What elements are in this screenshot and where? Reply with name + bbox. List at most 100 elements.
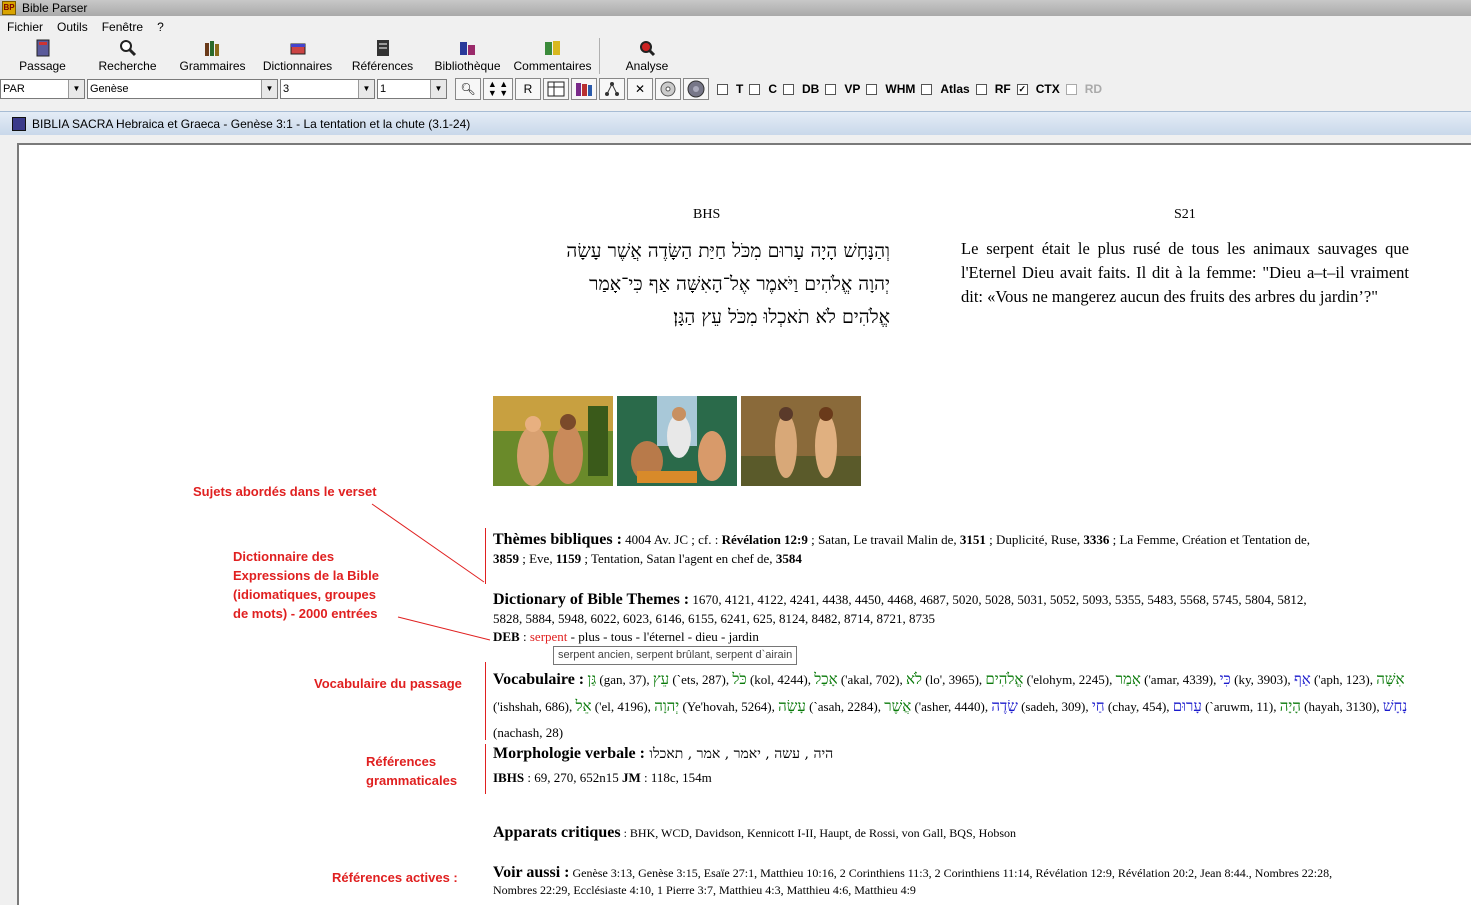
version-select[interactable]: PAR ▼ [0,79,85,99]
themes-number-link[interactable]: 3584 [776,551,802,566]
globe-button[interactable] [683,78,709,100]
app-title: Bible Parser [22,1,88,15]
chevron-down-icon[interactable]: ▼ [261,80,277,98]
recherche-button[interactable]: Recherche [85,36,170,76]
deb-keywords[interactable]: - plus - tous - l'éternel - dieu - jardi… [567,629,759,644]
find-button[interactable]: 🔍︎ [455,78,481,100]
references-button[interactable]: Références [340,36,425,76]
vocab-hebrew-link[interactable]: כֹּל [732,670,746,688]
network-tool-button[interactable] [599,78,625,100]
document-title-bar: BIBLIA SACRA Hebraica et Graeca - Genèse… [0,111,1471,135]
r-button[interactable]: R [515,78,541,100]
checkbox-ctx-box[interactable]: ✓ [1016,83,1028,95]
vocab-hebrew-link[interactable]: אָכַל [814,670,837,688]
themes-ref-link[interactable]: Révélation 12:9 [722,532,808,547]
menu-fichier[interactable]: Fichier [7,20,43,34]
verse-spin-button[interactable]: ▲ ▲ ▼ ▼ [483,78,513,100]
vocab-hebrew-link[interactable]: אִשָּׁה [1376,670,1404,688]
checkbox-t-box[interactable] [717,83,728,95]
vocab-hebrew-link[interactable]: אָמַר [1116,670,1141,688]
vocab-hebrew-link[interactable]: חַי [1092,697,1105,715]
books-tool-button[interactable] [571,78,597,100]
annotation-dictionnaire-line: Expressions de la Bible [233,568,379,583]
themes-number-link[interactable]: 3859 [493,551,519,566]
verse-value: 1 [380,83,387,95]
apparats-text: : BHK, WCD, Davidson, Kennicott I-II, Ha… [620,826,1016,840]
menu-fenetre[interactable]: Fenêtre [102,20,143,34]
checkbox-rd-label: RD [1084,82,1103,96]
cd-button[interactable] [655,78,681,100]
title-bar: BP Bible Parser [0,0,1471,16]
vocab-transliteration: ('el, 4196), [591,699,655,714]
vocab-hebrew-link[interactable]: עָשָׂה [778,697,806,715]
vocab-hebrew-link[interactable]: אַף [1294,670,1311,688]
vocab-hebrew-link[interactable]: שָׂדֶה [991,697,1017,715]
passage-label: Passage [19,59,66,73]
checkbox-rf[interactable]: RF [975,82,1011,96]
ibhs-refs[interactable]: : 69, 270, 652n15 [524,770,622,785]
checkbox-whm-box[interactable] [866,83,878,95]
vocab-transliteration: (chay, 454), [1104,699,1173,714]
chevron-down-icon[interactable]: ▼ [358,80,374,98]
grammaires-button[interactable]: Grammaires [170,36,255,76]
menu-outils[interactable]: Outils [57,20,88,34]
deb-tooltip: serpent ancien, serpent brûlant, serpent… [553,646,798,665]
themes-text: 4004 Av. JC ; cf. : [625,532,722,547]
checkbox-rf-box[interactable] [975,83,987,95]
book-select[interactable]: Genèse ▼ [87,79,278,99]
vocab-hebrew-link[interactable]: נָחָשׁ [1383,697,1407,715]
checkbox-t[interactable]: T [717,82,743,96]
checkbox-vp-box[interactable] [825,83,837,95]
checkbox-db-box[interactable] [783,83,795,95]
deb-serpent-link[interactable]: serpent [530,629,568,644]
checkbox-whm[interactable]: WHM [866,82,915,96]
annotation-references-gram: Références grammaticales [366,752,457,790]
vocab-hebrew-link[interactable]: יְהוָה [654,697,679,715]
checkbox-atlas[interactable]: Atlas [921,82,970,96]
passage-button[interactable]: Passage [0,36,85,76]
vocab-hebrew-link[interactable]: אֱלֹהִים [985,670,1023,688]
checkbox-c[interactable]: C [749,82,777,96]
illustration-2[interactable] [617,396,737,486]
vocab-hebrew-link[interactable]: אֲשֶׁר [884,697,911,715]
tools-button[interactable]: ✕ [627,78,653,100]
voir-links[interactable]: Nombres 22:29, Ecclésiaste 4:10, 1 Pierr… [493,882,1418,899]
jm-refs[interactable]: : 118c, 154m [641,770,712,785]
themes-number-link[interactable]: 3151 [960,532,986,547]
checkbox-rd-box [1065,83,1077,95]
chapter-select[interactable]: 3 ▼ [280,79,375,99]
illustration-3[interactable] [741,396,861,486]
chevron-down-icon[interactable]: ▼ [430,80,446,98]
vocab-hebrew-link[interactable]: עָרוּם [1173,697,1202,715]
themes-number-link[interactable]: 3336 [1083,532,1109,547]
bibliotheque-button[interactable]: Bibliothèque [425,36,510,76]
verse-select[interactable]: 1 ▼ [377,79,447,99]
book-value: Genèse [90,83,129,95]
themes-text: ; Tentation, Satan l'agent en chef de, [581,551,776,566]
vocab-hebrew-link[interactable]: כִּי [1220,670,1231,688]
chevron-down-icon[interactable]: ▼ [68,80,84,98]
themes-text: ; Eve, [519,551,556,566]
dbt-numbers[interactable]: 1670, 4121, 4122, 4241, 4438, 4450, 4468… [689,592,1306,607]
vocab-hebrew-link[interactable]: גַּן [587,670,596,688]
vocab-hebrew-link[interactable]: הָיָה [1280,697,1301,715]
checkbox-ctx[interactable]: ✓ CTX [1016,82,1060,96]
section-deb: DEB : serpent - plus - tous - l'éternel … [493,627,1418,646]
checkbox-db[interactable]: DB [783,82,819,96]
checkbox-atlas-box[interactable] [921,83,933,95]
checkbox-c-box[interactable] [749,83,761,95]
jm-label: JM [621,770,641,785]
vocab-hebrew-link[interactable]: לֹא [906,670,922,688]
dictionnaires-button[interactable]: Dictionnaires [255,36,340,76]
menu-help[interactable]: ? [157,20,164,34]
commentaires-button[interactable]: Commentaires [510,36,595,76]
vocab-hebrew-link[interactable]: עֵץ [653,670,669,688]
table-tool-button[interactable] [543,78,569,100]
dbt-numbers[interactable]: 5828, 5884, 5948, 6022, 6023, 6146, 6155… [493,609,1418,628]
analyse-button[interactable]: Analyse [612,36,682,76]
illustration-1[interactable] [493,396,613,486]
themes-number-link[interactable]: 1159 [556,551,581,566]
checkbox-vp[interactable]: VP [825,82,860,96]
vocab-hebrew-link[interactable]: אֵל [576,697,592,715]
voir-links[interactable]: Genèse 3:13, Genèse 3:15, Esaïe 27:1, Ma… [569,866,1332,880]
